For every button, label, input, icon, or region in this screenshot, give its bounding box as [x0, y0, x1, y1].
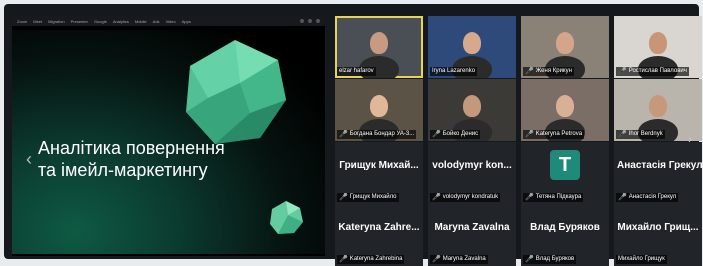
participant-name-caption: elzar hafarov [337, 67, 376, 76]
participant-name-caption: 🎤 Бойко Денис [430, 130, 481, 139]
mic-muted-icon: 🎤 [525, 68, 534, 75]
participant-name: Богдана Бондар УА-3... [349, 131, 415, 137]
participant-video-face [463, 32, 481, 54]
menubar-item[interactable]: Mobile [135, 19, 147, 24]
menubar-item[interactable]: Google [94, 19, 107, 24]
mic-muted-icon: 🎤 [618, 194, 627, 201]
participant-display-name: Maryna Zavalna [434, 222, 510, 233]
participant-name-caption: 🎤 Анастасія Грекул [616, 193, 679, 202]
window-control-icon[interactable] [308, 19, 312, 23]
participant-display-name: Анастасія Грекул [617, 160, 702, 171]
participant-name-caption: 🎤 volodymyr kondratuk [430, 193, 501, 202]
participant-video-face [463, 95, 481, 117]
participant-name: volodymyr kondratuk [442, 194, 499, 200]
menubar-item[interactable]: Apps [182, 19, 191, 24]
participant-name-caption: Iryna Lazarenko [430, 67, 478, 76]
menubar-item[interactable]: Meet [33, 19, 42, 24]
participant-name: Ihor Berdnyk [628, 131, 663, 137]
menubar-item[interactable]: Zoom [17, 19, 27, 24]
participant-name-caption: 🎤 Грищук Михайло [337, 193, 399, 202]
menubar-item[interactable]: Ads [153, 19, 160, 24]
mic-muted-icon: 🎤 [339, 131, 348, 138]
participant-tile[interactable]: volodymyr kon... 🎤 volodymyr kondratuk [428, 142, 516, 204]
mic-muted-icon: 🎤 [339, 194, 348, 201]
participant-name: Iryna Lazarenko [432, 68, 476, 74]
participant-name: Ростислав Павлович [628, 68, 687, 74]
participant-name-caption: 🎤 Богдана Бондар УА-3... [337, 130, 417, 139]
next-page-arrow[interactable]: › [688, 132, 692, 146]
shared-screen: Zoom Meet Migration Presenter Google Analytic… [12, 16, 325, 256]
participant-video-face [649, 95, 667, 117]
participant-name: Тетяна Підкаура [535, 194, 582, 200]
slide-title: Аналітика повернення та імейл-маркетингу [38, 138, 225, 180]
mic-muted-icon: 🎤 [618, 68, 627, 75]
participant-tile[interactable]: Грищук Михай... 🎤 Грищук Михайло [335, 142, 423, 204]
participant-avatar: T [550, 150, 580, 180]
menubar-item[interactable]: Analytics [113, 19, 129, 24]
mic-muted-icon: 🎤 [432, 194, 441, 201]
participant-tile[interactable]: Iryna Lazarenko [428, 16, 516, 78]
mic-muted-icon: 🎤 [618, 131, 627, 138]
participant-tile[interactable]: 🎤 Женя Крикун [521, 16, 609, 78]
mic-muted-icon: 🎤 [525, 131, 534, 138]
participant-name: Бойко Денис [442, 131, 479, 137]
presentation-slide: ‹ Аналітика повернення та імейл-маркетин… [12, 30, 325, 254]
window-control-icon[interactable] [316, 19, 320, 23]
meeting-window: Zoom Meet Migration Presenter Google Analytic… [4, 4, 702, 266]
participant-video-face [556, 95, 574, 117]
participant-tile[interactable]: Maryna Zavalna 🎤 Maryna Zavalna [428, 204, 516, 266]
participant-tile[interactable]: 🎤 Богдана Бондар УА-3... [335, 79, 423, 141]
participant-video-face [556, 32, 574, 54]
mic-muted-icon: 🎤 [525, 194, 534, 201]
participant-display-name: Грищук Михай... [339, 160, 419, 171]
window-control-icon[interactable] [300, 19, 304, 23]
participant-name-caption: 🎤 Женя Крикун [523, 67, 574, 76]
participant-tile[interactable]: 🎤 Kateryna Petrova [521, 79, 609, 141]
window-controls [300, 19, 320, 23]
participant-name: Kateryna Petrova [535, 131, 583, 137]
participant-video-face [370, 95, 388, 117]
menubar-item[interactable]: Presenter [71, 19, 88, 24]
participant-name-caption: 🎤 Ростислав Павлович [616, 67, 689, 76]
slide-prev-arrow[interactable]: ‹ [26, 149, 32, 170]
menubar-item[interactable]: Migration [48, 19, 64, 24]
participant-name-caption: 🎤 Kateryna Petrova [523, 130, 585, 139]
participant-display-name: volodymyr kon... [432, 160, 512, 171]
participant-tile[interactable]: T 🎤 Тетяна Підкаура [521, 142, 609, 204]
participant-tile[interactable]: Анастасія Грекул 🎤 Анастасія Грекул [614, 142, 702, 204]
participant-tile[interactable]: Михайло Грищ... Михайло Грищук [614, 204, 702, 266]
participant-name: elzar hafarov [339, 68, 374, 74]
participant-name-caption: 🎤 Ihor Berdnyk [616, 130, 665, 139]
participant-tile[interactable]: Влад Буряков 🎤 Влад Буряков [521, 204, 609, 266]
shared-app-menubar: Zoom Meet Migration Presenter Google Analytic… [12, 16, 325, 26]
polyhedron-large-decoration [186, 40, 286, 144]
menubar-item[interactable]: Video [166, 19, 176, 24]
participant-name-caption: 🎤 Тетяна Підкаура [523, 193, 584, 202]
mic-muted-icon: 🎤 [432, 131, 441, 138]
participant-video-face [649, 32, 667, 54]
participant-tile[interactable]: Kateryna Zahre... 🎤 Kateryna Zahrebina [335, 204, 423, 266]
participant-video-face [370, 32, 388, 54]
participant-tile[interactable]: 🎤 Ростислав Павлович [614, 16, 702, 78]
participant-display-name: Влад Буряков [530, 222, 600, 233]
participant-display-name: Михайло Грищ... [617, 222, 699, 233]
participant-name: Грищук Михайло [349, 194, 397, 200]
polyhedron-small-decoration [270, 201, 303, 234]
participant-display-name: Kateryna Zahre... [338, 222, 420, 233]
participant-name: Женя Крикун [535, 68, 572, 74]
participant-name: Анастасія Грекул [628, 194, 677, 200]
participant-tile[interactable]: 🎤 Бойко Денис [428, 79, 516, 141]
participant-tile[interactable]: elzar hafarov [335, 16, 423, 78]
